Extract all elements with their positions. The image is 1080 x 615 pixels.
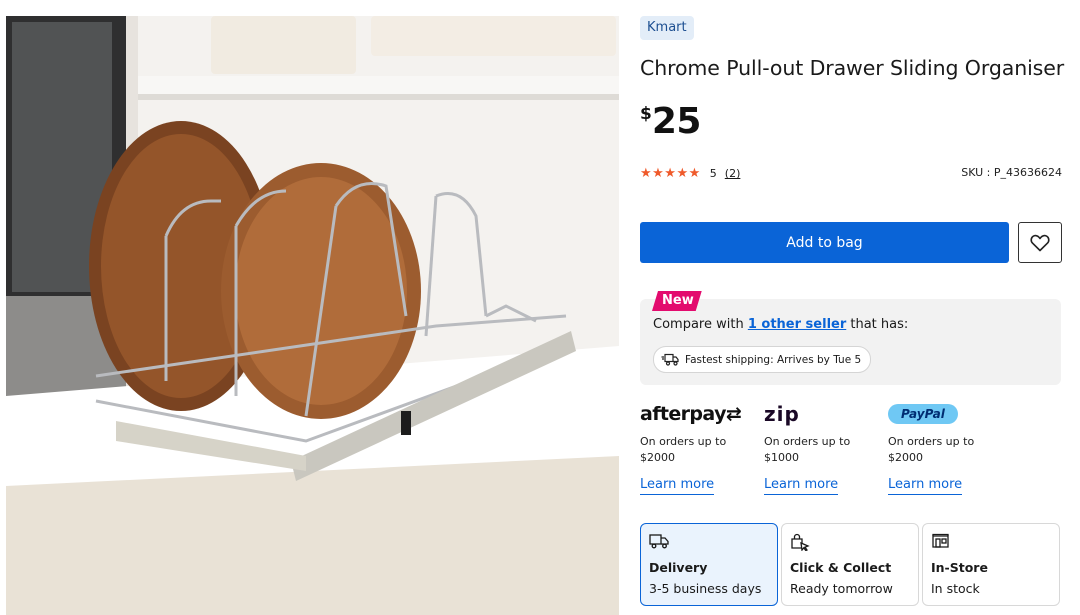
zip-description: On orders up to $1000 [764, 435, 851, 464]
afterpay-logo: afterpay⇄ [640, 400, 760, 428]
rating-stars-icon: ★★★★★ [640, 166, 701, 181]
afterpay-learn-more-link[interactable]: Learn more [640, 477, 715, 495]
add-to-bag-button[interactable]: Add to bag [640, 222, 1009, 263]
other-seller-link[interactable]: 1 other seller [748, 317, 846, 332]
paypal-logo-text: PayPal [888, 404, 958, 424]
delivery-subtitle: 3-5 business days [649, 581, 762, 596]
shipping-chip-text: Fastest shipping: Arrives by Tue 5 [685, 353, 862, 366]
click-collect-icon [791, 533, 810, 551]
compare-sellers-text: Compare with 1 other seller that has: [653, 317, 908, 332]
other-sellers-box: New Compare with 1 other seller that has… [640, 299, 1061, 385]
product-details-panel: Kmart Chrome Pull-out Drawer Sliding Org… [640, 0, 1065, 615]
brand-badge[interactable]: Kmart [640, 16, 694, 40]
sku: SKU : P_43636624 [961, 166, 1062, 179]
zip-learn-more-link[interactable]: Learn more [764, 477, 839, 495]
delivery-title: Delivery [649, 560, 708, 575]
product-photo [6, 16, 619, 615]
zip-option: zip On orders up to $1000 Learn more [764, 400, 884, 495]
afterpay-logo-text: afterpay⇄ [640, 403, 742, 425]
rating-count-link[interactable]: (2) [725, 167, 741, 180]
product-image[interactable] [6, 16, 619, 615]
product-title: Chrome Pull-out Drawer Sliding Organiser [640, 56, 1065, 80]
price-currency: $ [640, 104, 652, 124]
new-badge: New [652, 291, 702, 311]
click-collect-title: Click & Collect [790, 560, 892, 575]
paypal-logo: PayPal [888, 400, 1008, 428]
fastest-shipping-chip: Fastest shipping: Arrives by Tue 5 [653, 346, 872, 373]
zip-logo: zip [764, 400, 884, 428]
price: $25 [640, 100, 701, 144]
afterpay-description: On orders up to $2000 [640, 435, 727, 464]
compare-suffix: that has: [846, 317, 909, 332]
paypal-learn-more-link[interactable]: Learn more [888, 477, 963, 495]
compare-prefix: Compare with [653, 317, 748, 332]
zip-logo-text: zip [764, 402, 800, 426]
paypal-description: On orders up to $2000 [888, 435, 975, 464]
afterpay-option: afterpay⇄ On orders up to $2000 Learn mo… [640, 400, 760, 495]
paypal-option: PayPal On orders up to $2000 Learn more [888, 400, 1008, 495]
wishlist-button[interactable] [1018, 222, 1062, 263]
heart-icon [1030, 234, 1050, 251]
click-collect-option-tile[interactable]: Click & Collect Ready tomorrow [781, 523, 919, 606]
delivery-option-tile[interactable]: Delivery 3-5 business days [640, 523, 778, 606]
store-icon [932, 533, 949, 548]
delivery-truck-icon [649, 534, 669, 549]
in-store-title: In-Store [931, 560, 988, 575]
rating-score: 5 [709, 167, 717, 180]
in-store-subtitle: In stock [931, 581, 980, 596]
click-collect-subtitle: Ready tomorrow [790, 581, 893, 596]
in-store-option-tile[interactable]: In-Store In stock [922, 523, 1060, 606]
rating[interactable]: ★★★★★ 5 (2) [640, 166, 740, 181]
price-amount: 25 [651, 101, 702, 142]
fast-shipping-truck-icon [661, 353, 679, 366]
